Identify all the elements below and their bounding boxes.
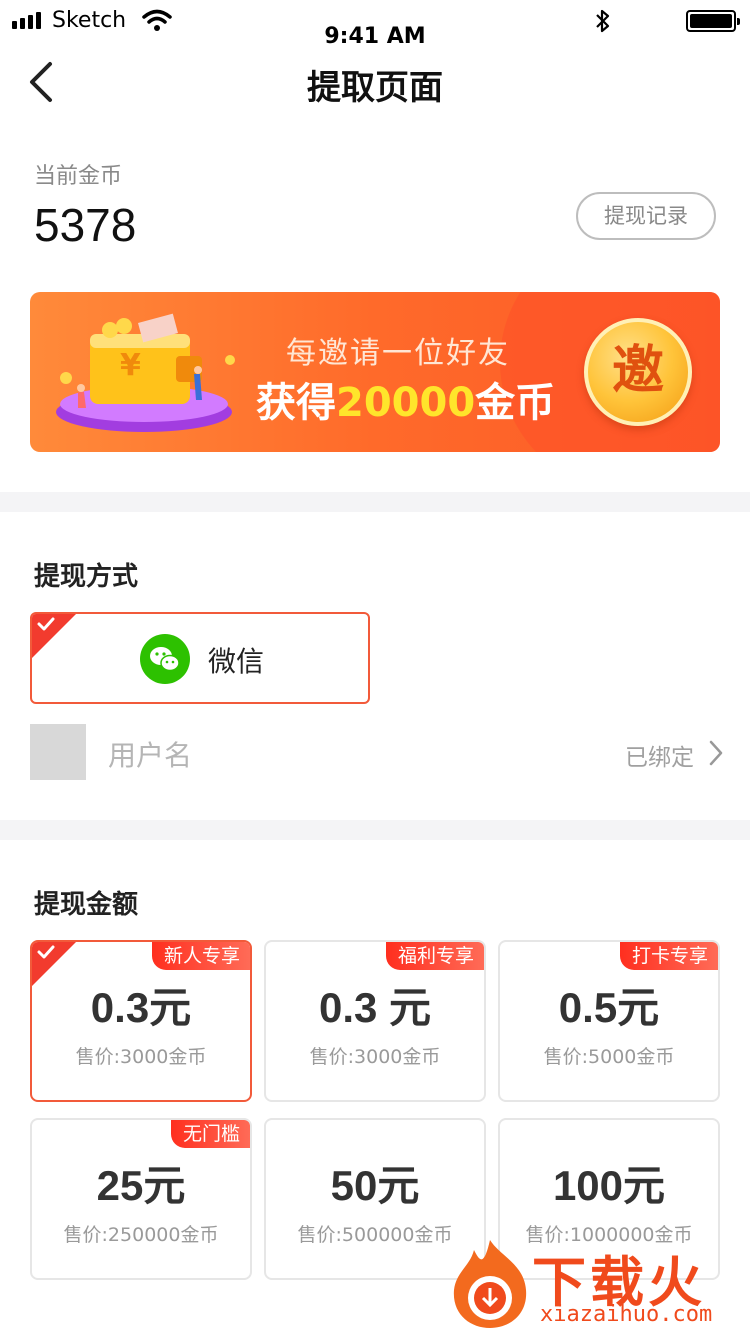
balance-label: 当前金币: [34, 164, 123, 189]
wallet-yuan-symbol: ¥: [120, 348, 141, 383]
amount-value: 25元: [96, 1162, 186, 1209]
amount-value: 50元: [330, 1162, 420, 1209]
amount-price: 售价:250000金币: [63, 1224, 219, 1246]
wechat-icon: [140, 634, 190, 684]
amount-value: 100元: [552, 1162, 666, 1209]
clock: 9:41 AM: [324, 24, 426, 44]
amount-option[interactable]: 无门槛 25元 售价:250000金币: [30, 1118, 252, 1280]
check-icon: [37, 945, 55, 959]
bound-status: 已绑定: [625, 745, 694, 771]
amount-tag: 无门槛: [170, 1120, 250, 1148]
withdraw-record-button[interactable]: 提现记录: [576, 192, 716, 240]
amount-option[interactable]: 福利专享 0.3 元 售价:3000金币: [264, 940, 486, 1102]
amount-price: 售价:3000金币: [75, 1046, 207, 1068]
bluetooth-icon: [596, 9, 610, 33]
banner-line2: 获得20000金币: [256, 380, 556, 426]
amount-option[interactable]: 打卡专享 0.5元 售价:5000金币: [498, 940, 720, 1102]
wechat-label: 微信: [208, 645, 265, 678]
method-section-title: 提现方式: [34, 562, 139, 592]
amount-value: 0.5元: [558, 984, 660, 1031]
banner-line1: 每邀请一位好友: [286, 336, 510, 371]
account-row[interactable]: 用户名 已绑定: [30, 724, 730, 780]
amount-section-title: 提现金额: [34, 890, 139, 920]
amount-value: 0.3元: [90, 984, 192, 1031]
invite-banner[interactable]: ¥ 每邀请一位好友 获得20000金币 邀: [30, 292, 720, 452]
amount-tag: 福利专享: [385, 942, 484, 970]
section-divider: [0, 820, 750, 840]
amount-price: 售价:5000金币: [543, 1046, 675, 1068]
invite-coin-button[interactable]: 邀: [584, 318, 692, 426]
watermark-url: xiazaihuo.com: [540, 1302, 713, 1327]
check-icon: [37, 617, 55, 631]
amount-tag: 打卡专享: [619, 942, 718, 970]
banner-highlight-amount: 20000: [336, 380, 476, 426]
username: 用户名: [108, 739, 193, 772]
section-divider: [0, 492, 750, 512]
watermark-logo: 下载火 xiazaihuo.com: [440, 1232, 750, 1334]
amount-option[interactable]: 新人专享 0.3元 售价:3000金币: [30, 940, 252, 1102]
flame-logo-icon: [453, 1240, 527, 1328]
battery-icon: [686, 10, 740, 32]
amount-tag: 新人专享: [151, 942, 250, 970]
avatar: [30, 724, 86, 780]
amount-price: 售价:3000金币: [309, 1046, 441, 1068]
chevron-right-icon: [709, 740, 723, 766]
status-bar: Sketch 9:41 AM: [0, 0, 750, 44]
wechat-option[interactable]: 微信: [30, 612, 370, 704]
balance-value: 5378: [34, 199, 137, 251]
nav-bar: 提取页面: [0, 44, 750, 124]
page-title: 提取页面: [307, 68, 443, 108]
amount-value: 0.3 元: [318, 984, 432, 1031]
wallet-illustration: [56, 313, 235, 432]
